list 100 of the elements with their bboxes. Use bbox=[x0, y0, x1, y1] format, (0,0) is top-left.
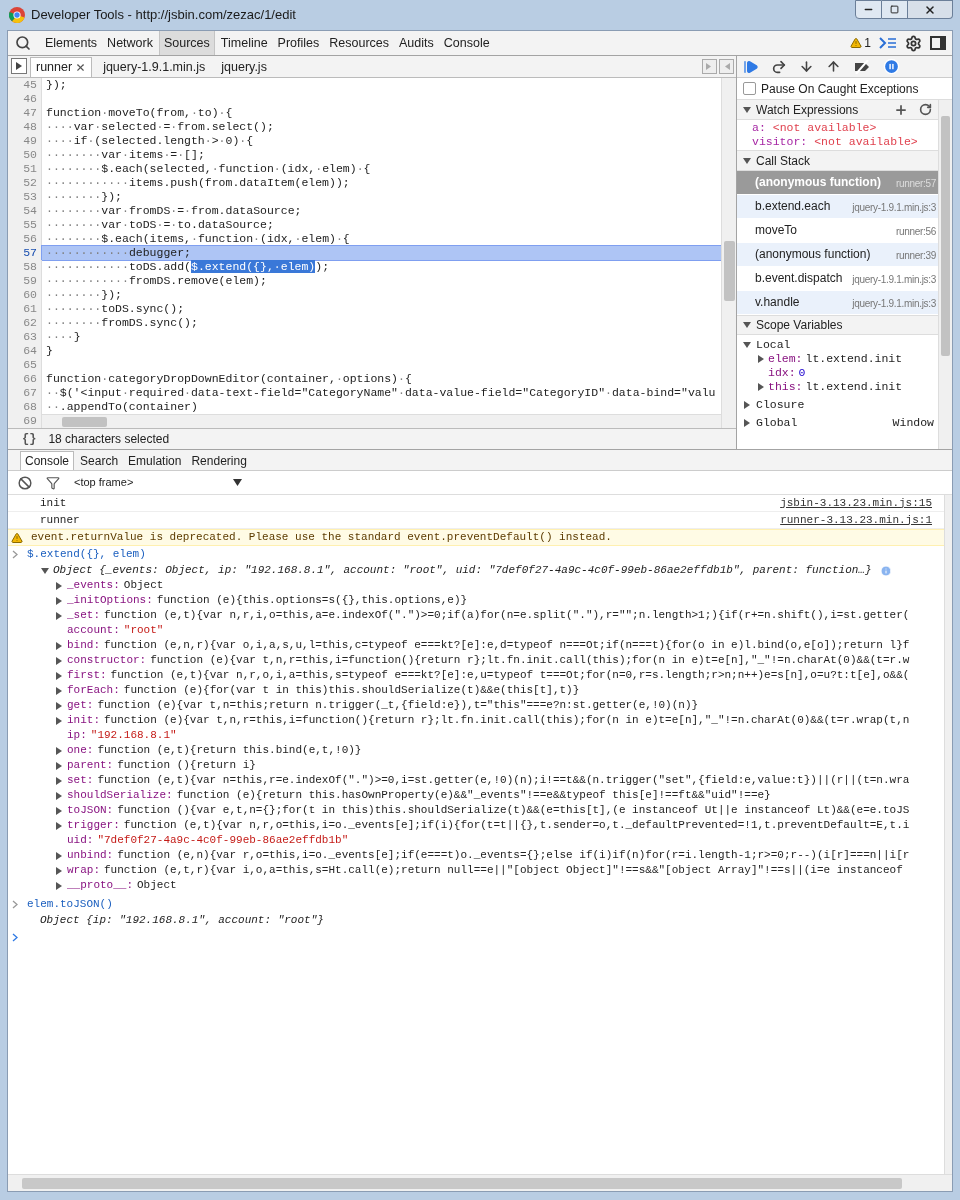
disclosure-triangle-icon[interactable] bbox=[55, 791, 63, 800]
source-link[interactable]: jsbin-3.13.23.min.js:15 bbox=[780, 495, 932, 511]
call-stack-frame[interactable]: (anonymous function) runner:39 bbox=[737, 243, 938, 267]
disclosure-triangle-icon[interactable] bbox=[743, 105, 751, 114]
clear-console-icon[interactable] bbox=[18, 475, 32, 490]
context-dropdown[interactable]: <top frame> bbox=[74, 474, 243, 491]
file-tab[interactable]: runner bbox=[30, 57, 93, 77]
panel-tab[interactable]: Console bbox=[439, 31, 494, 55]
disclosure-triangle-icon[interactable] bbox=[55, 821, 63, 830]
panel-tab[interactable]: Timeline bbox=[216, 31, 272, 55]
step-out-icon[interactable] bbox=[826, 59, 841, 74]
drawer-tab[interactable]: Emulation bbox=[124, 451, 186, 470]
property-name: bind: bbox=[67, 638, 100, 653]
line-number: 45 bbox=[8, 78, 42, 92]
close-tab-icon[interactable] bbox=[75, 62, 87, 73]
line-number: 50 bbox=[8, 148, 42, 162]
disclosure-triangle-icon[interactable] bbox=[743, 156, 751, 165]
disclosure-triangle-icon[interactable] bbox=[55, 866, 63, 875]
horizontal-scrollbar[interactable] bbox=[42, 414, 721, 428]
scope-name[interactable]: Global bbox=[756, 416, 798, 430]
drawer-tab[interactable]: Search bbox=[76, 451, 123, 470]
property-value: function (e,t){var n,r,o,i,a=this,s=typeof e===kt?[e]:e,u=typeof t===Ot;for(n=0,r=s.length;r>n;n++)e=s[n],o=u?t:t[e],o&&( bbox=[110, 668, 910, 683]
disclosure-triangle-icon[interactable] bbox=[55, 851, 63, 860]
panel-tab[interactable]: Sources bbox=[158, 31, 215, 55]
disclosure-triangle-icon[interactable] bbox=[757, 383, 765, 391]
disclosure-triangle-icon[interactable] bbox=[757, 355, 765, 363]
frame-name: b.event.dispatch bbox=[755, 270, 843, 287]
vertical-scrollbar[interactable] bbox=[721, 78, 736, 428]
settings-icon[interactable] bbox=[905, 34, 922, 52]
dock-icon[interactable] bbox=[930, 36, 946, 50]
pause-icon[interactable] bbox=[883, 58, 900, 75]
disclosure-triangle-icon[interactable] bbox=[55, 776, 63, 785]
line-number: 58 bbox=[8, 260, 42, 274]
search-icon[interactable] bbox=[15, 35, 31, 51]
disclosure-triangle-icon[interactable] bbox=[55, 746, 63, 755]
warning-icon[interactable] bbox=[850, 37, 863, 49]
filter-icon[interactable] bbox=[46, 475, 60, 490]
refresh-icon[interactable] bbox=[919, 103, 932, 116]
scope-name[interactable]: Local bbox=[756, 338, 791, 352]
frame-location: runner:57 bbox=[895, 177, 936, 191]
prompt-chevron-icon bbox=[12, 933, 19, 942]
console-drawer-icon[interactable] bbox=[879, 36, 897, 50]
disclosure-triangle-icon[interactable] bbox=[743, 321, 751, 329]
section-header[interactable]: Scope Variables bbox=[737, 315, 938, 335]
panel-tab[interactable]: Profiles bbox=[273, 31, 324, 55]
disclosure-triangle-icon[interactable] bbox=[55, 581, 63, 590]
resume-icon[interactable] bbox=[743, 58, 759, 75]
checkbox[interactable] bbox=[743, 82, 756, 95]
property-name: one: bbox=[67, 743, 94, 758]
step-over-icon[interactable] bbox=[771, 58, 787, 75]
drawer-tab[interactable]: Rendering bbox=[187, 451, 251, 470]
disclosure-triangle-icon[interactable] bbox=[55, 716, 63, 725]
disclosure-triangle-icon[interactable] bbox=[55, 881, 63, 890]
panel-tab[interactable]: Elements bbox=[41, 31, 102, 55]
disclosure-triangle-icon[interactable] bbox=[55, 611, 63, 620]
disclosure-triangle-icon[interactable] bbox=[55, 761, 63, 770]
drawer-tab[interactable]: Console bbox=[20, 451, 75, 470]
disclosure-triangle-icon[interactable] bbox=[55, 686, 63, 695]
maximize-button[interactable] bbox=[882, 0, 908, 19]
disclosure-triangle-icon[interactable] bbox=[55, 656, 63, 665]
minimize-button[interactable] bbox=[855, 0, 882, 19]
checkbox-label: Pause On Caught Exceptions bbox=[761, 80, 919, 98]
file-tab[interactable]: jquery-1.9.1.min.js bbox=[98, 57, 211, 77]
section-header[interactable]: Watch Expressions bbox=[737, 100, 938, 120]
add-icon[interactable] bbox=[894, 102, 908, 117]
sidebar-toggle-icon[interactable] bbox=[719, 59, 734, 74]
disclosure-triangle-icon[interactable] bbox=[41, 566, 49, 575]
property-name: get: bbox=[67, 698, 94, 713]
section-header[interactable]: Call Stack bbox=[737, 151, 938, 171]
disclosure-triangle-icon[interactable] bbox=[55, 806, 63, 815]
disclosure-triangle-icon[interactable] bbox=[743, 401, 751, 409]
panel-tab[interactable]: Network bbox=[103, 31, 157, 55]
call-stack-frame[interactable]: v.handle jquery-1.9.1.min.js:3 bbox=[737, 291, 938, 315]
debugger-toggle-icon[interactable] bbox=[702, 59, 717, 74]
close-button[interactable] bbox=[908, 0, 953, 19]
navigator-toggle-icon[interactable] bbox=[11, 58, 27, 74]
disclosure-triangle-icon[interactable] bbox=[55, 701, 63, 710]
vertical-scrollbar[interactable] bbox=[944, 495, 952, 1174]
pretty-print-button[interactable]: {} bbox=[22, 430, 37, 448]
scope-name[interactable]: Closure bbox=[756, 398, 805, 412]
variable-value: lt.extend.init bbox=[805, 352, 903, 366]
horizontal-scrollbar[interactable] bbox=[8, 1174, 952, 1191]
line-number: 60 bbox=[8, 288, 42, 302]
disclosure-triangle-icon[interactable] bbox=[55, 671, 63, 680]
call-stack-frame[interactable]: b.extend.each jquery-1.9.1.min.js:3 bbox=[737, 195, 938, 219]
file-tab[interactable]: jquery.js bbox=[216, 57, 272, 77]
object-summary[interactable]: Object {_events: Object, ip: "192.168.8.1", account: "root", uid: "7def0f27-4a9c-4c0f-99eb-86ae2effdb1b", parent: function…} bbox=[53, 563, 872, 578]
disclosure-triangle-icon[interactable] bbox=[743, 419, 751, 427]
disclosure-triangle-icon[interactable] bbox=[55, 641, 63, 650]
source-link[interactable]: runner-3.13.23.min.js:1 bbox=[780, 512, 932, 528]
panel-tab[interactable]: Audits bbox=[395, 31, 438, 55]
property-name: _events: bbox=[67, 578, 120, 593]
deactivate-breakpoints-icon[interactable] bbox=[853, 59, 871, 74]
disclosure-triangle-icon[interactable] bbox=[743, 341, 751, 349]
property-name: uid: bbox=[67, 833, 94, 848]
panel-tab[interactable]: Resources bbox=[325, 31, 394, 55]
step-into-icon[interactable] bbox=[799, 59, 814, 74]
property-value: function (e,t){return this.bind(e,t,!0)} bbox=[97, 743, 362, 758]
disclosure-triangle-icon[interactable] bbox=[55, 596, 63, 605]
vertical-scrollbar[interactable] bbox=[938, 100, 952, 449]
